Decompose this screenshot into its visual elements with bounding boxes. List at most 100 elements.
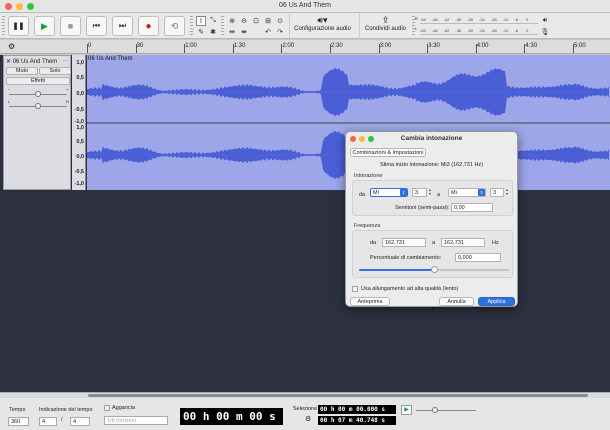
zoom-toggle-icon[interactable]: ⊙ [275,16,285,26]
ruler-tick-mark [475,44,477,53]
timeline-options-icon[interactable]: ⚙ [8,42,15,51]
share-audio-button[interactable]: ⇪ Condividi audio [359,14,411,38]
preview-button[interactable]: Anteprima [350,297,390,306]
meter-tick-label: -42 [443,28,450,33]
fit-selection-icon[interactable]: ⊡ [251,16,261,26]
frequency-group: da 162,731 a 162,731 Hz Percentuale di c… [352,230,513,278]
toolbar-grip[interactable] [2,16,5,36]
play-at-speed-button[interactable]: ▶ [401,405,412,415]
play-button[interactable]: ▶ [34,16,55,36]
ruler-tick-label: 1:00 [185,43,197,49]
close-track-icon[interactable]: ✕ [6,59,11,65]
ruler-tick-mark [573,44,574,53]
fit-project-icon[interactable]: ⊞ [263,16,273,26]
draw-tool-icon[interactable]: ✎ [196,27,206,37]
track-area[interactable]: ✕ 06 Us And Them ··· Muto Solo Effetti −… [0,55,610,392]
from-label: da [359,192,366,198]
solo-button[interactable]: Solo [39,67,71,75]
scale-label: -1,0 [74,181,84,187]
snap-select[interactable]: 1/8 (terzine) [104,416,168,425]
selection-start[interactable]: 00 h 00 m 00.000 s [318,405,396,414]
scale-label: -0,5 [74,107,84,113]
high-quality-checkbox[interactable] [352,286,358,292]
track-name-row[interactable]: ✕ 06 Us And Them ··· [6,58,70,66]
silence-icon[interactable]: ⇼ [239,27,249,37]
time-display[interactable]: 00 h 00 m 00 s [180,408,283,425]
meter-tick-label: 0 [526,17,529,22]
playback-meter[interactable]: -54 -48 -42 -36 -30 -24 -18 -12 -6 0 [420,17,538,24]
time-signature-denominator[interactable]: 4 [70,417,90,426]
tempo-field[interactable]: 360 [8,417,29,426]
from-octave-field[interactable]: 3 [412,188,427,197]
gain-slider-knob[interactable] [35,91,41,97]
scale-label: 0,0 [76,91,84,97]
window-title: 06 Us And Them [278,2,331,9]
audio-setup-button[interactable]: 🔊︎▾ Configurazione audio [289,14,355,38]
zoom-in-icon[interactable]: ⊕ [227,16,237,26]
meter-tick-label: -12 [502,17,509,22]
selection-end[interactable]: 00 h 07 m 40.748 s [318,416,396,425]
meter-tick-label: -54 [420,28,426,33]
selection-options-icon[interactable]: ⚙ [305,415,311,423]
skip-to-end-button[interactable]: ⏭ [112,16,133,36]
timeline-ruler[interactable]: ⚙ 0 30 1:00 1:30 2:00 2:30 3:00 3:30 4:00 4:30 5:0… [0,40,610,54]
toolbar-grip[interactable] [190,16,193,36]
pan-slider-knob[interactable] [35,103,41,109]
chevron-down-icon: ⇕ [400,189,407,196]
speaker-icon: 🔊︎▾ [317,14,328,25]
semitones-field[interactable]: 0,00 [451,203,493,212]
effects-button[interactable]: Effetti [6,77,70,85]
chevron-down-icon: ⇕ [478,189,485,196]
toolbar: ❚❚ ▶ ■ ⏮ ⏭ ● ⟲ I ⤡ ✎ ✱ ⊕ ⊖ ⊡ ⊞ ⊙ ⇹ ⇼ ↶ ↷… [0,13,610,39]
presets-button[interactable]: Combinazioni & Impostazioni [350,148,426,157]
track-menu-icon[interactable]: ··· [63,58,69,64]
redo-icon[interactable]: ↷ [275,27,285,37]
cancel-button[interactable]: Annulla [439,297,474,306]
vertical-scale[interactable]: 1,0 0,5 0,0 -0,5 -1,0 1,0 0,5 0,0 -0,5 -… [72,55,86,190]
meter-tick-label: -36 [455,17,462,22]
to-label: a [437,192,441,198]
mute-button[interactable]: Muto [6,67,38,75]
playback-speed-slider[interactable] [416,410,476,411]
trim-icon[interactable]: ⇹ [227,27,237,37]
toolbar-grip[interactable] [221,16,224,36]
undo-icon[interactable]: ↶ [263,27,273,37]
snap-label: Aggancia [112,405,135,411]
change-pitch-dialog: Cambia intonazione Combinazioni & Impost… [345,131,518,307]
meter-tick-label: -48 [431,17,438,22]
to-note-select[interactable]: Mi ⇕ [448,188,486,197]
ruler-tick-label: 4:00 [476,43,489,49]
apply-button[interactable]: Applica [478,297,515,306]
freq-from-field[interactable]: 162,731 [382,238,426,247]
time-signature-numerator[interactable]: 4 [39,417,57,426]
meter-tick-label: -24 [478,28,485,33]
ruler-tick-label: 5:00 [574,43,586,49]
mic-volume-icon[interactable]: 🎙︎ [540,27,550,37]
scrollbar-thumb[interactable] [88,394,588,397]
to-octave-stepper[interactable]: ▴ ▾ [505,188,509,197]
scale-label: 0,5 [76,75,84,81]
snap-checkbox[interactable] [104,405,110,411]
skip-to-start-button[interactable]: ⏮ [86,16,107,36]
percent-field[interactable]: 0,000 [455,253,501,262]
scale-label: 0,5 [76,139,84,145]
track-control-panel[interactable]: ✕ 06 Us And Them ··· Muto Solo Effetti −… [3,55,71,190]
playback-speed-knob[interactable] [432,407,438,413]
ruler-tick-mark [524,44,526,53]
percent-slider-fill [359,269,434,271]
to-octave-field[interactable]: 3 [490,188,504,197]
multi-tool-icon[interactable]: ✱ [208,27,218,37]
playback-volume-icon[interactable]: 🔊︎ [540,16,550,26]
record-meter[interactable]: -54 -48 -42 -36 -30 -24 -18 -12 -6 0 [420,28,538,35]
selection-tool-icon[interactable]: I [196,16,206,26]
record-button[interactable]: ● [138,16,159,36]
pause-button[interactable]: ❚❚ [8,16,29,36]
envelope-tool-icon[interactable]: ⤡ [208,16,218,26]
from-note-select[interactable]: Mi ⇕ [370,188,408,197]
from-octave-stepper[interactable]: ▴ ▾ [428,188,432,197]
freq-to-field[interactable]: 162,731 [441,238,485,247]
stop-button[interactable]: ■ [60,16,81,36]
zoom-out-icon[interactable]: ⊖ [239,16,249,26]
percent-slider-knob[interactable] [431,266,438,273]
loop-button[interactable]: ⟲ [164,16,185,36]
